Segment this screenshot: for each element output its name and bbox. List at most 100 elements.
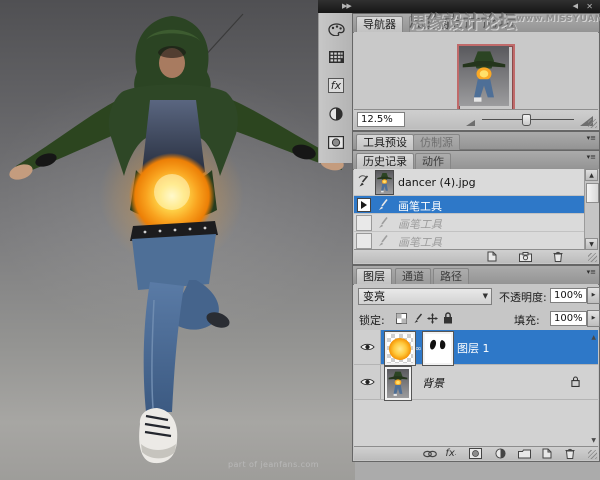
orb-thumbnail-graphic — [389, 338, 411, 360]
navigator-zoom-bar: 12.5% — [354, 109, 598, 129]
zoom-level-field[interactable]: 12.5% — [357, 112, 405, 127]
history-state-row[interactable]: 画笔工具 — [354, 196, 584, 214]
scroll-up-icon[interactable]: ▲ — [585, 169, 598, 181]
mask-link-icon[interactable]: ∞ — [415, 344, 422, 353]
layer-visibility-toggle[interactable] — [354, 330, 381, 364]
lock-transparency-icon[interactable] — [396, 313, 407, 324]
eye-icon — [360, 342, 375, 352]
blend-mode-row: 变亮 ▼ 不透明度: 100% ▶ — [354, 284, 598, 307]
layers-resize-grip[interactable] — [588, 450, 597, 459]
navigator-preview-area — [354, 32, 598, 112]
tab-actions[interactable]: 动作 — [415, 153, 451, 169]
history-panel: 历史记录 动作 ▾≡ dancer (4).jpg — [352, 150, 600, 265]
tab-history[interactable]: 历史记录 — [356, 153, 414, 169]
delete-state-icon[interactable] — [550, 251, 566, 262]
tab-navigator[interactable]: 导航器 — [356, 16, 403, 32]
panel-icon-dock: fx — [318, 13, 354, 163]
history-tabbar: 历史记录 动作 ▾≡ — [353, 151, 599, 170]
layer-name[interactable]: 背景 — [422, 375, 444, 391]
close-icon[interactable]: ✕ — [586, 2, 593, 11]
tab-tool-presets[interactable]: 工具预设 — [356, 134, 414, 150]
layers-tabbar: 图层 通道 路径 ▾≡ — [353, 266, 599, 285]
history-state-row[interactable]: 画笔工具 — [354, 232, 584, 250]
zoom-slider-thumb[interactable] — [522, 114, 531, 126]
history-scrollbar-thumb[interactable] — [586, 183, 599, 203]
back-icon[interactable]: ◀ — [573, 2, 578, 11]
zoom-out-icon[interactable] — [466, 120, 475, 126]
new-adjustment-layer-icon[interactable] — [492, 448, 508, 459]
fill-spinner[interactable]: ▶ — [587, 310, 600, 327]
layer-row[interactable]: ∞ 图层 1 ▲ — [354, 330, 598, 365]
document-canvas[interactable]: part of jeanfans.com — [0, 0, 355, 480]
blend-mode-select[interactable]: 变亮 ▼ — [358, 288, 492, 305]
navigator-proxy-view[interactable] — [457, 44, 515, 112]
brush-tool-icon — [376, 216, 389, 229]
opacity-label: 不透明度: — [499, 289, 547, 305]
brush-tool-icon — [376, 198, 389, 211]
layer-style-icon[interactable]: fx. — [443, 448, 459, 459]
opacity-spinner[interactable]: ▶ — [587, 287, 600, 304]
layer-thumbnail[interactable] — [385, 367, 411, 400]
styles-panel-icon[interactable]: fx — [326, 76, 346, 94]
layer-visibility-toggle[interactable] — [354, 365, 381, 399]
new-layer-icon[interactable] — [539, 448, 555, 459]
history-resize-grip[interactable] — [588, 253, 597, 262]
layer-thumbnail[interactable] — [385, 332, 415, 365]
zoom-slider-track[interactable] — [482, 119, 574, 120]
add-layer-mask-icon[interactable] — [467, 448, 483, 459]
forum-watermark-url: www.MISSYUAN.COM — [516, 14, 600, 24]
lock-row: 锁定: 填充: 100% ▶ — [354, 307, 598, 331]
dropdown-arrow-icon: ▼ — [483, 289, 488, 304]
history-snapshot-row[interactable]: dancer (4).jpg — [354, 169, 584, 196]
history-state-label: 画笔工具 — [398, 216, 442, 232]
collapse-panels-icon[interactable]: ▶▶ — [342, 2, 351, 11]
swatches-panel-icon[interactable] — [326, 48, 346, 66]
history-states-list: dancer (4).jpg 画笔工具 画笔工具 — [354, 169, 598, 250]
background-lock-icon — [571, 376, 580, 387]
navigator-resize-grip[interactable] — [588, 119, 597, 128]
lock-all-icon[interactable] — [443, 312, 453, 324]
delete-layer-icon[interactable] — [562, 448, 578, 459]
link-layers-icon[interactable] — [422, 448, 438, 459]
fill-field[interactable]: 100% — [550, 311, 587, 326]
opacity-field[interactable]: 100% — [550, 288, 587, 303]
scroll-up-icon[interactable]: ▲ — [591, 334, 596, 341]
photo-credit-watermark: part of jeanfans.com — [228, 460, 319, 469]
layer-row[interactable]: 背景 — [354, 365, 598, 400]
layer-name[interactable]: 图层 1 — [457, 340, 490, 356]
history-scrollbar: ▲ ▼ — [584, 169, 599, 250]
tab-channels[interactable]: 通道 — [395, 268, 431, 284]
history-brush-source-checkbox[interactable] — [356, 215, 372, 231]
history-brush-source-checkbox[interactable] — [356, 233, 372, 249]
tool-presets-panel: 工具预设 仿制源 ▾≡ — [352, 131, 600, 150]
history-snapshot-label: dancer (4).jpg — [398, 176, 476, 189]
new-snapshot-icon[interactable] — [517, 251, 533, 262]
adjustments-panel-icon[interactable] — [326, 105, 346, 123]
history-brush-source-icon[interactable] — [357, 175, 370, 188]
history-snapshot-thumbnail[interactable] — [375, 170, 394, 195]
tab-layers[interactable]: 图层 — [356, 268, 392, 284]
masks-panel-icon[interactable] — [326, 133, 346, 151]
history-state-label: 画笔工具 — [398, 198, 442, 214]
tab-paths[interactable]: 路径 — [433, 268, 469, 284]
panel-menu-icon[interactable]: ▾≡ — [587, 155, 596, 159]
eye-icon — [360, 377, 375, 387]
lock-position-icon[interactable] — [427, 313, 438, 324]
layer-mask-thumbnail[interactable] — [423, 332, 453, 365]
panel-menu-icon[interactable]: ▾≡ — [587, 270, 596, 274]
forum-watermark-cn: 思缘设计论坛 — [410, 8, 518, 33]
fill-label: 填充: — [514, 312, 540, 328]
scroll-down-icon[interactable]: ▼ — [591, 437, 596, 444]
new-group-icon[interactable] — [516, 448, 532, 459]
history-brush-target-icon[interactable] — [357, 198, 371, 212]
lock-pixels-icon[interactable] — [412, 313, 423, 324]
layers-panel: 图层 通道 路径 ▾≡ 变亮 ▼ 不透明度: 100% ▶ 锁定: — [352, 265, 600, 462]
photoshop-workspace: part of jeanfans.com ▶▶ ◀ ✕ fx 导航器 直方图 — [0, 0, 600, 480]
tool-presets-tabbar: 工具预设 仿制源 ▾≡ — [353, 132, 599, 150]
panel-menu-icon[interactable]: ▾≡ — [587, 136, 596, 140]
color-panel-icon[interactable] — [326, 20, 346, 38]
lock-label: 锁定: — [359, 312, 385, 328]
tab-clone-source[interactable]: 仿制源 — [413, 134, 460, 150]
history-state-row[interactable]: 画笔工具 — [354, 214, 584, 232]
new-document-from-state-icon[interactable] — [484, 251, 500, 262]
